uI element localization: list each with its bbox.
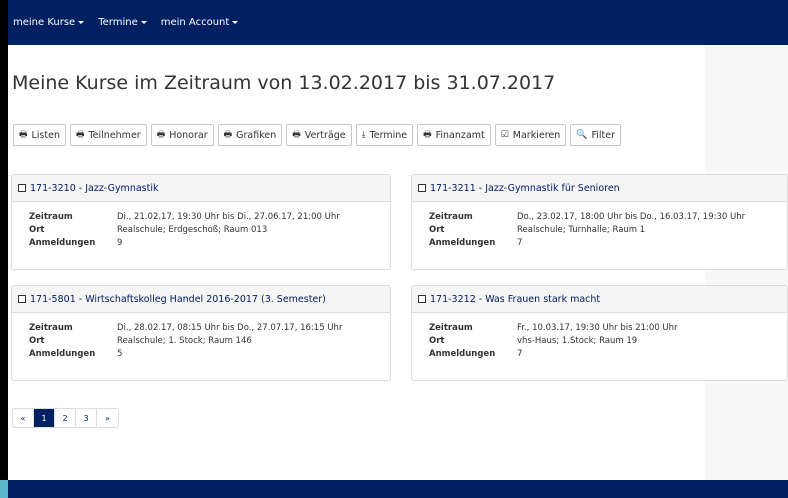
nav-label: Termine: [98, 17, 138, 28]
course-card: 171-3212 - Was Frauen stark macht Zeitra…: [411, 285, 788, 381]
left-edge: [0, 0, 8, 498]
zeitraum-value: Do., 23.02.17, 18:00 Uhr bis Do., 16.03.…: [517, 212, 746, 222]
nav-mein-account[interactable]: mein Account: [161, 17, 239, 28]
anmeldungen-value: 7: [517, 349, 523, 359]
printer-icon: 🖶: [75, 130, 85, 140]
ort-label: Ort: [29, 336, 45, 346]
button-label: Grafiken: [236, 129, 277, 141]
course-card-header: 171-3210 - Jazz-Gymnastik: [12, 175, 390, 202]
listen-button[interactable]: 🖶 Listen: [13, 124, 66, 146]
anmeldungen-label: Anmeldungen: [429, 238, 496, 248]
anmeldungen-value: 9: [117, 238, 123, 248]
caret-down-icon: [140, 21, 147, 24]
course-checkbox[interactable]: [18, 184, 26, 192]
course-card: 171-3210 - Jazz-Gymnastik Zeitraum Di., 2…: [11, 174, 391, 270]
course-card-body: Zeitraum Do., 23.02.17, 18:00 Uhr bis Do.…: [412, 202, 787, 250]
anmeldungen-value: 7: [517, 238, 523, 248]
button-label: Teilnehmer: [88, 129, 141, 141]
pagination-next[interactable]: »: [97, 409, 118, 427]
termine-button[interactable]: ⤓ Termine: [355, 124, 414, 146]
button-label: Honorar: [169, 129, 208, 141]
zeitraum-label: Zeitraum: [429, 323, 473, 333]
printer-icon: 🖶: [423, 130, 432, 140]
page-title: Meine Kurse im Zeitraum von 13.02.2017 b…: [12, 72, 556, 94]
pagination-prev[interactable]: «: [13, 409, 34, 427]
button-label: Termine: [369, 129, 408, 141]
button-label: Markieren: [512, 129, 561, 141]
button-label: Finanzamt: [435, 129, 485, 141]
printer-icon: 🖶: [292, 130, 301, 140]
check-square-icon: ☑: [500, 130, 509, 140]
download-icon: ⤓: [361, 130, 366, 140]
course-checkbox[interactable]: [418, 295, 426, 303]
nav-termine[interactable]: Termine: [98, 17, 147, 28]
button-label: Filter: [591, 129, 616, 141]
pagination: « 1 2 3 »: [12, 408, 119, 428]
action-toolbar: 🖶 Listen 🖶 Teilnehmer 🖶 Honorar 🖶 Grafiken 🖶…: [13, 124, 625, 146]
course-title-link[interactable]: 171-3210 - Jazz-Gymnastik: [30, 183, 158, 194]
course-title-link[interactable]: 171-3211 - Jazz-Gymnastik für Senioren: [430, 183, 620, 194]
search-icon: 🔍: [576, 130, 588, 140]
ort-value: Realschule; Turnhalle; Raum 1: [517, 225, 646, 235]
anmeldungen-label: Anmeldungen: [429, 349, 496, 359]
main-content: Meine Kurse im Zeitraum von 13.02.2017 b…: [8, 45, 788, 480]
anmeldungen-label: Anmeldungen: [29, 238, 96, 248]
anmeldungen-label: Anmeldungen: [29, 349, 96, 359]
printer-icon: 🖶: [223, 130, 233, 140]
caret-down-icon: [232, 21, 239, 24]
course-card-header: 171-3211 - Jazz-Gymnastik für Senioren: [412, 175, 787, 202]
teilnehmer-button[interactable]: 🖶 Teilnehmer: [69, 124, 147, 146]
printer-icon: 🖶: [19, 130, 28, 140]
course-checkbox[interactable]: [418, 184, 426, 192]
caret-down-icon: [78, 21, 85, 24]
course-card-body: Zeitraum Fr., 10.03.17, 19:30 Uhr bis 21:…: [412, 313, 787, 361]
course-card-body: Zeitraum Di., 21.02.17, 19:30 Uhr bis Di.…: [12, 202, 390, 250]
nav-label: mein Account: [160, 17, 230, 28]
course-card: 171-3211 - Jazz-Gymnastik für Senioren Z…: [411, 174, 788, 270]
pagination-page-2[interactable]: 2: [55, 409, 76, 427]
ort-label: Ort: [29, 225, 45, 235]
markieren-button[interactable]: ☑ Markieren: [494, 124, 567, 146]
course-title-link[interactable]: 171-3212 - Was Frauen stark macht: [430, 294, 600, 305]
zeitraum-value: Fr., 10.03.17, 19:30 Uhr bis 21:00 Uhr: [517, 323, 678, 333]
course-title-link[interactable]: 171-5801 - Wirtschaftskolleg Handel 2016…: [30, 294, 326, 305]
ort-label: Ort: [429, 225, 445, 235]
finanzamt-button[interactable]: 🖶 Finanzamt: [417, 124, 491, 146]
ort-value: Realschule; Erdgeschoß; Raum 013: [117, 225, 268, 235]
footer-bar: [8, 480, 788, 498]
ort-label: Ort: [429, 336, 445, 346]
zeitraum-value: Di., 21.02.17, 19:30 Uhr bis Di., 27.06.…: [117, 212, 340, 222]
left-edge-accent: [0, 480, 8, 498]
zeitraum-value: Di., 28.02.17, 08:15 Uhr bis Do., 27.07.…: [117, 323, 343, 333]
ort-value: vhs-Haus; 1.Stock; Raum 19: [517, 336, 638, 346]
button-label: Listen: [31, 129, 60, 141]
course-card-header: 171-5801 - Wirtschaftskolleg Handel 2016…: [12, 286, 390, 313]
nav-meine-kurse[interactable]: meine Kurse: [13, 17, 85, 28]
pagination-page-3[interactable]: 3: [76, 409, 97, 427]
top-navbar: meine Kurse Termine mein Account: [8, 0, 788, 45]
nav-label: meine Kurse: [13, 17, 76, 28]
zeitraum-label: Zeitraum: [429, 212, 473, 222]
honorar-button[interactable]: 🖶 Honorar: [150, 124, 214, 146]
course-card: 171-5801 - Wirtschaftskolleg Handel 2016…: [11, 285, 391, 381]
zeitraum-label: Zeitraum: [29, 212, 73, 222]
pagination-page-1[interactable]: 1: [34, 409, 55, 427]
course-checkbox[interactable]: [18, 295, 26, 303]
zeitraum-label: Zeitraum: [29, 323, 73, 333]
filter-button[interactable]: 🔍 Filter: [570, 124, 622, 146]
button-label: Verträge: [304, 129, 346, 141]
ort-value: Realschule; 1. Stock; Raum 146: [117, 336, 252, 346]
course-card-body: Zeitraum Di., 28.02.17, 08:15 Uhr bis Do.…: [12, 313, 390, 361]
vertraege-button[interactable]: 🖶 Verträge: [286, 124, 352, 146]
printer-icon: 🖶: [156, 130, 166, 140]
anmeldungen-value: 5: [117, 349, 123, 359]
grafiken-button[interactable]: 🖶 Grafiken: [217, 124, 283, 146]
course-card-header: 171-3212 - Was Frauen stark macht: [412, 286, 787, 313]
